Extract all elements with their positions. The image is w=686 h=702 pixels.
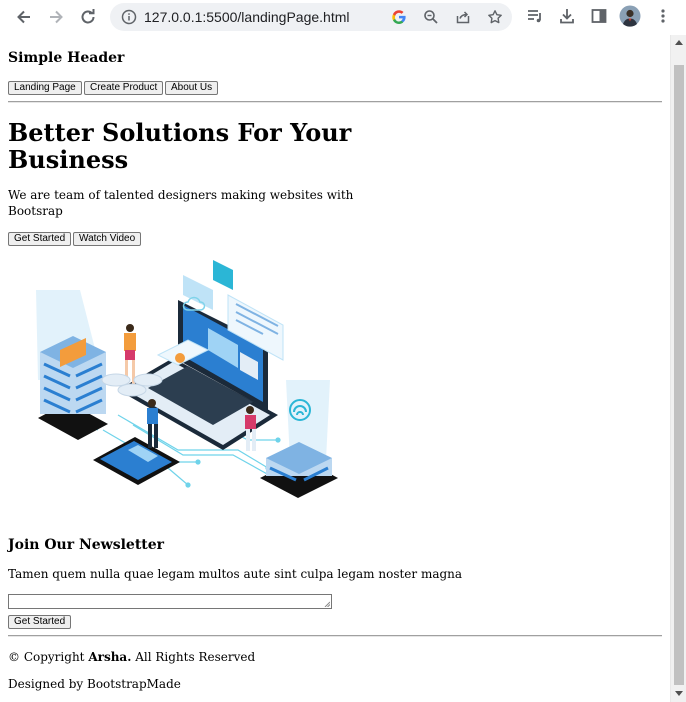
hero-illustration — [36, 260, 338, 498]
scroll-down-arrow-icon[interactable] — [675, 691, 683, 696]
hero-subtitle-line1: We are team of talented designers making… — [8, 188, 354, 202]
profile-avatar-icon[interactable] — [619, 5, 641, 27]
reading-list-icon[interactable] — [524, 5, 546, 27]
footer-copyright-suffix: All Rights Reserved — [131, 650, 256, 664]
footer-divider — [8, 635, 662, 637]
scrollbar-thumb[interactable] — [674, 65, 684, 685]
hero-title-line1: Better Solutions For Your — [8, 118, 352, 147]
nav-about-us-button[interactable]: About Us — [165, 81, 219, 95]
browser-toolbar: 127.0.0.1:5500/landingPage.html — [0, 0, 686, 36]
header-divider — [8, 101, 662, 103]
menu-kebab-icon[interactable] — [652, 5, 674, 27]
site-header-title: Simple Header — [8, 50, 125, 66]
footer-copyright-prefix: © Copyright — [8, 650, 89, 664]
footer-designed-by: Designed by BootstrapMade — [8, 677, 181, 691]
newsletter-description: Tamen quem nulla quae legam multos aute … — [8, 567, 463, 581]
star-icon[interactable] — [486, 8, 504, 26]
reload-icon[interactable] — [76, 5, 100, 29]
side-panel-icon[interactable] — [588, 5, 610, 27]
address-bar[interactable]: 127.0.0.1:5500/landingPage.html — [110, 3, 512, 31]
newsletter-get-started-button[interactable]: Get Started — [8, 615, 72, 629]
info-icon[interactable] — [120, 8, 138, 26]
zoom-icon[interactable] — [422, 8, 440, 26]
scroll-up-arrow-icon[interactable] — [675, 40, 683, 45]
textarea-resize-handle-icon[interactable] — [324, 601, 330, 607]
nav-landing-page-button[interactable]: Landing Page — [8, 81, 82, 95]
footer-brand: Arsha. — [88, 650, 132, 664]
nav-create-product-button[interactable]: Create Product — [84, 81, 164, 95]
hero-subtitle-line2: Bootsrap — [8, 204, 63, 218]
footer-copyright: © Copyright Arsha. All Rights Reserved — [8, 650, 255, 664]
back-arrow-icon[interactable] — [12, 5, 36, 29]
hero-title-line2: Business — [8, 145, 129, 174]
download-icon[interactable] — [556, 5, 578, 27]
newsletter-title: Join Our Newsletter — [8, 537, 165, 553]
forward-arrow-icon[interactable] — [44, 5, 68, 29]
url-text[interactable]: 127.0.0.1:5500/landingPage.html — [144, 9, 350, 25]
share-icon[interactable] — [454, 8, 472, 26]
page-scrollbar[interactable] — [670, 35, 686, 702]
newsletter-email-textarea[interactable] — [8, 594, 332, 609]
google-icon[interactable] — [390, 8, 408, 26]
page-viewport: Simple Header Landing Page Create Produc… — [0, 35, 670, 702]
person-standing-icon — [124, 324, 136, 384]
